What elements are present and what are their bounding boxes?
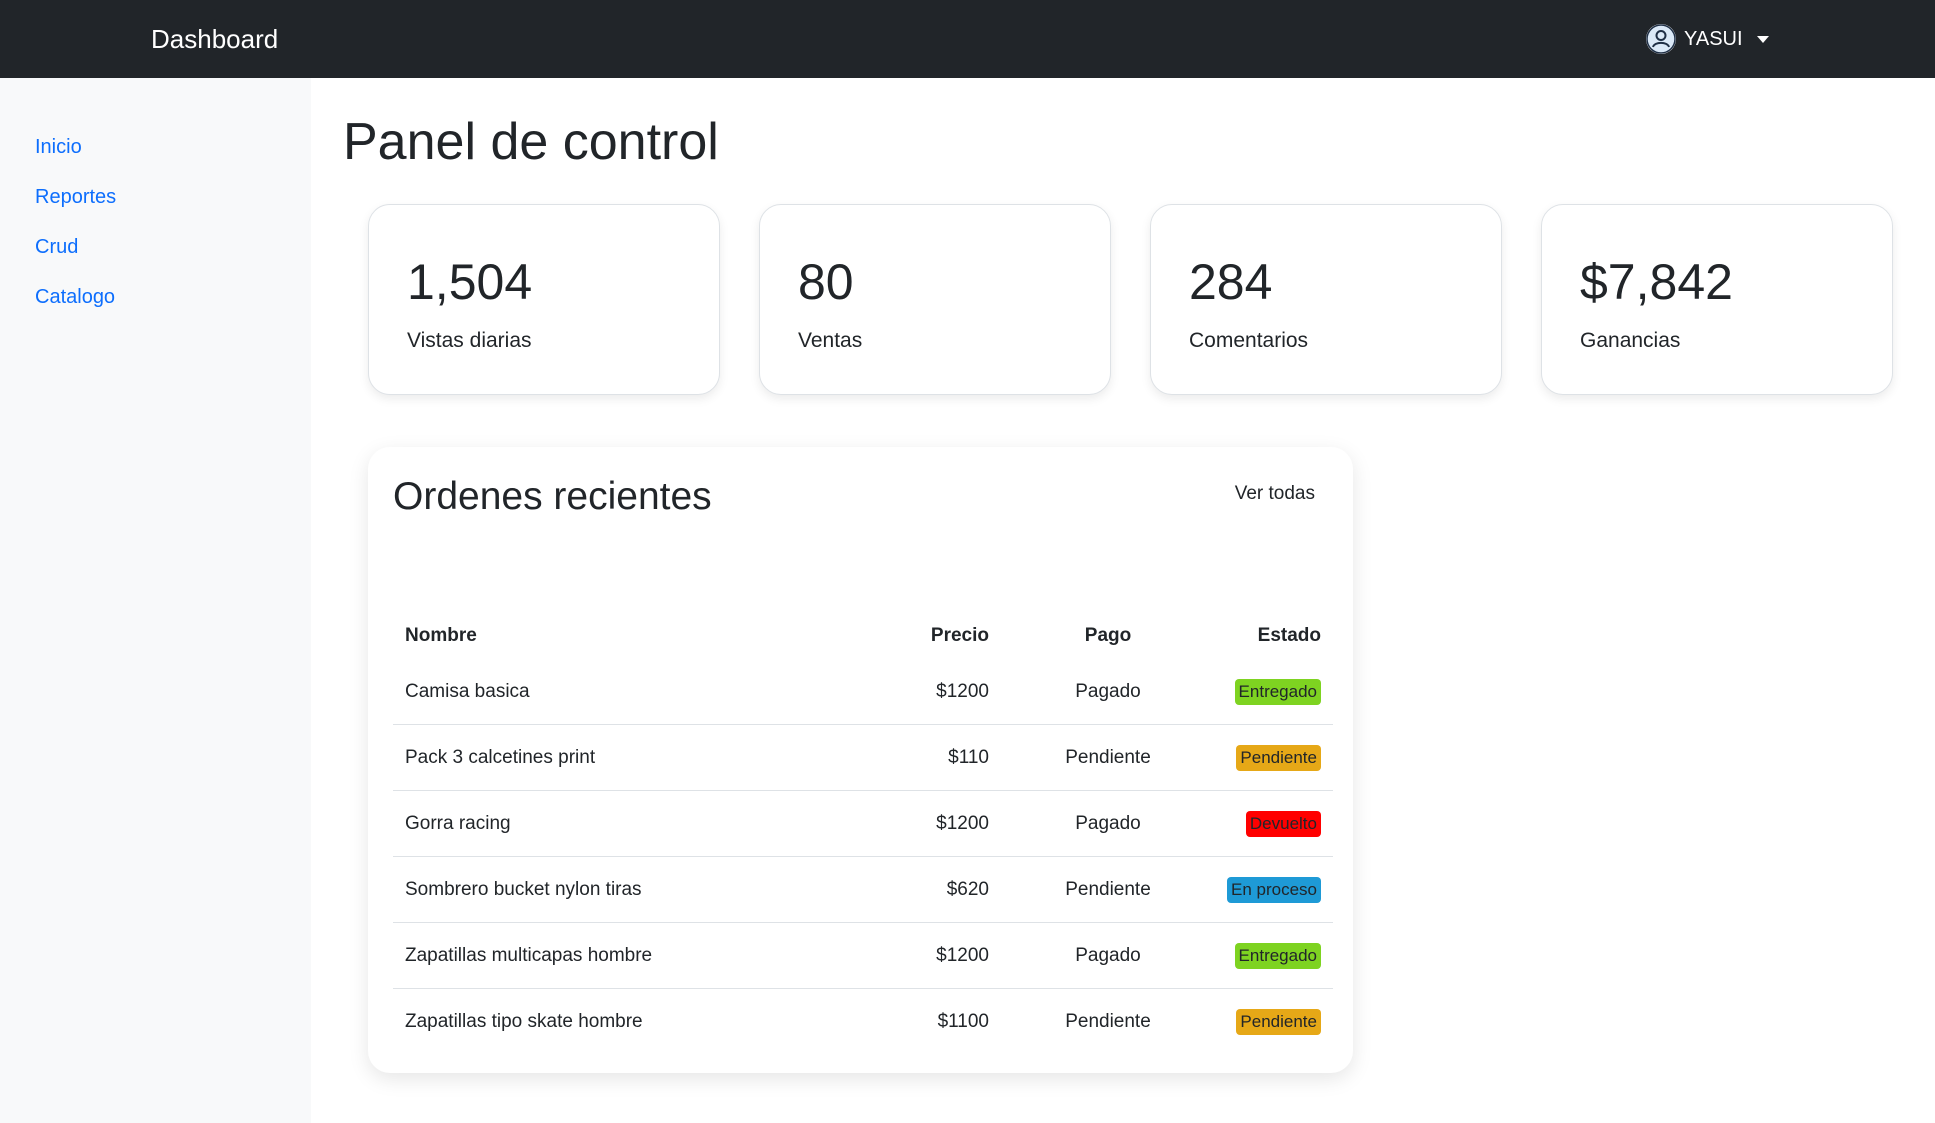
stat-card-vistas: 1,504 Vistas diarias (368, 204, 720, 395)
table-row: Zapatillas multicapas hombre $1200 Pagad… (393, 922, 1333, 989)
sidebar: Inicio Reportes Crud Catalogo (0, 78, 311, 1123)
order-name: Camisa basica (393, 659, 877, 725)
recent-orders-title: Ordenes recientes (393, 475, 712, 518)
status-badge: Pendiente (1236, 744, 1321, 771)
order-payment: Pendiente (1001, 724, 1215, 791)
column-header-pago: Pago (1084, 625, 1132, 646)
order-payment: Pagado (1001, 922, 1215, 989)
order-name: Gorra racing (393, 790, 877, 857)
recent-orders-card: Ordenes recientes Ver todas Nombre Preci… (368, 447, 1353, 1073)
order-name: Pack 3 calcetines print (393, 724, 877, 791)
order-payment: Pendiente (1001, 856, 1215, 923)
order-status-cell: Entregado (1215, 922, 1333, 989)
status-badge: Entregado (1234, 678, 1321, 705)
stat-label: Ventas (798, 329, 863, 352)
column-header-nombre: Nombre (405, 625, 477, 646)
order-payment: Pendiente (1065, 1010, 1151, 1032)
status-badge: Entregado (1234, 942, 1321, 969)
column-header-estado: Estado (1257, 625, 1321, 646)
column-header-precio: Precio (930, 625, 989, 646)
main-content: Panel de control 1,504 Vistas diarias 80… (311, 78, 1935, 1123)
stat-value: 80 (798, 254, 854, 310)
sidebar-link-catalogo[interactable]: Catalogo (35, 286, 115, 309)
table-row: Gorra racing $1200 Pagado Devuelto (393, 790, 1333, 857)
order-status-cell: Pendiente (1215, 724, 1333, 791)
stat-label: Comentarios (1189, 329, 1309, 352)
user-avatar-icon (1646, 24, 1676, 54)
sidebar-item-inicio: Inicio (0, 122, 311, 172)
stat-card-ganancias: $7,842 Ganancias (1541, 204, 1893, 395)
table-row: Camisa basica $1200 Pagado Entregado (393, 659, 1333, 725)
brand-title[interactable]: Dashboard (151, 0, 278, 78)
table-header-row: Nombre Precio Pago Estado (393, 613, 1333, 659)
caret-down-icon (1756, 35, 1769, 43)
sidebar-link-reportes[interactable]: Reportes (35, 186, 116, 209)
orders-table: Nombre Precio Pago Estado Camisa basica … (393, 613, 1333, 1054)
sidebar-item-catalogo: Catalogo (0, 272, 311, 322)
table-row: Sombrero bucket nylon tiras $620 Pendien… (393, 856, 1333, 923)
stat-label: Vistas diarias (407, 329, 532, 352)
order-status-cell: Pendiente (1215, 989, 1333, 1055)
order-price: $1200 (877, 659, 1001, 725)
user-menu-dropdown[interactable]: YASUI (1646, 22, 1769, 56)
sidebar-item-reportes: Reportes (0, 172, 311, 222)
table-row: Pack 3 calcetines print $110 Pendiente P… (393, 724, 1333, 791)
order-status-cell: Devuelto (1215, 790, 1333, 857)
order-payment: Pagado (1001, 659, 1215, 725)
order-price: $1200 (877, 790, 1001, 857)
stat-value: $7,842 (1580, 254, 1733, 310)
order-price: $620 (877, 856, 1001, 923)
stat-label: Ganancias (1580, 329, 1681, 352)
order-price: $1200 (877, 922, 1001, 989)
status-badge: Devuelto (1245, 810, 1321, 837)
status-badge: En proceso (1227, 876, 1321, 903)
order-name: Zapatillas multicapas hombre (393, 922, 877, 989)
table-row: Zapatillas tipo skate hombre $1100 Pendi… (393, 989, 1333, 1055)
status-badge: Pendiente (1236, 1008, 1321, 1035)
view-all-link[interactable]: Ver todas (1235, 483, 1315, 505)
top-navbar: Dashboard YASUI (0, 0, 1935, 78)
order-price: $1100 (937, 1010, 989, 1032)
stat-card-ventas: 80 Ventas (759, 204, 1111, 395)
sidebar-link-inicio[interactable]: Inicio (35, 136, 82, 159)
sidebar-item-crud: Crud (0, 222, 311, 272)
user-name: YASUI (1684, 27, 1743, 50)
order-status-cell: Entregado (1215, 659, 1333, 725)
order-payment: Pagado (1001, 790, 1215, 857)
stat-value: 1,504 (407, 254, 533, 310)
order-status-cell: En proceso (1215, 856, 1333, 923)
order-name: Zapatillas tipo skate hombre (405, 1010, 643, 1032)
stat-card-comentarios: 284 Comentarios (1150, 204, 1502, 395)
stat-value: 284 (1189, 254, 1273, 310)
page-title: Panel de control (343, 113, 719, 171)
order-name: Sombrero bucket nylon tiras (393, 856, 877, 923)
sidebar-link-crud[interactable]: Crud (35, 236, 78, 259)
order-price: $110 (877, 724, 1001, 791)
